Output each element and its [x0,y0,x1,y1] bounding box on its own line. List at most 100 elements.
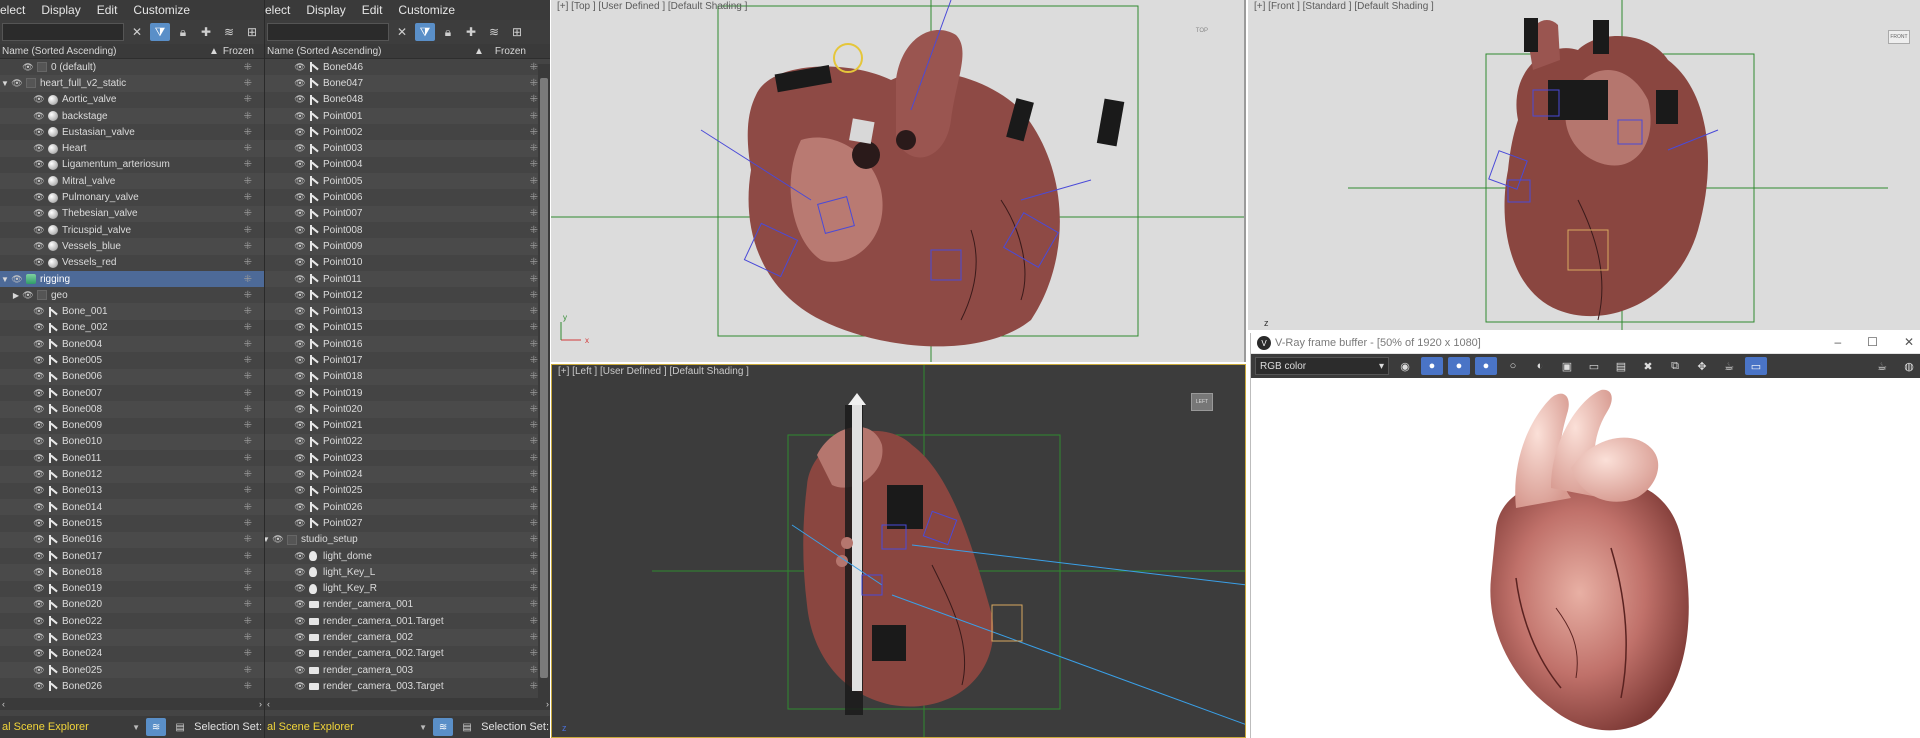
freeze-toggle-icon[interactable]: ⁜ [244,241,252,252]
freeze-toggle-icon[interactable]: ⁜ [530,436,538,447]
render-teapot-icon[interactable]: ☕︎ [1871,357,1893,375]
freeze-toggle-icon[interactable]: ⁜ [244,616,252,627]
viewcube-top[interactable]: TOP [1196,28,1208,34]
freeze-toggle-icon[interactable]: ⁜ [244,388,252,399]
explorer-row[interactable]: 👁︎ light_Key_R ⁜ [265,581,550,597]
lock-icon[interactable]: 🔒︎ [173,23,193,41]
explorer-row[interactable]: 👁︎ Bone017 ⁜ [0,548,264,564]
freeze-toggle-icon[interactable]: ⁜ [530,567,538,578]
freeze-toggle-icon[interactable]: ⁜ [244,420,252,431]
freeze-toggle-icon[interactable]: ⁜ [530,94,538,105]
visibility-eye-icon[interactable]: 👁︎ [294,176,306,187]
freeze-toggle-icon[interactable]: ⁜ [530,143,538,154]
explorer-row[interactable]: 👁︎ Bone013 ⁜ [0,483,264,499]
explorer-row[interactable]: 👁︎ Vessels_blue ⁜ [0,238,264,255]
green-channel-icon[interactable]: ● [1448,357,1470,375]
column-header[interactable]: Name (Sorted Ascending) ▲ Frozen [0,44,264,59]
explorer-row[interactable]: 👁︎ Point021 ⁜ [265,418,550,434]
visibility-eye-icon[interactable]: 👁︎ [33,127,45,138]
visibility-eye-icon[interactable]: 👁︎ [33,241,45,252]
freeze-toggle-icon[interactable]: ⁜ [244,208,252,219]
visibility-eye-icon[interactable]: 👁︎ [294,192,306,203]
freeze-toggle-icon[interactable]: ⁜ [530,192,538,203]
color-channels-icon[interactable]: ◉ [1394,357,1416,375]
menu-select[interactable]: elect [0,3,33,17]
explorer-row[interactable]: 👁︎ 0 (default) ⁜ [0,59,264,75]
menu-display[interactable]: Display [298,3,353,17]
freeze-toggle-icon[interactable]: ⁜ [530,632,538,643]
filter-icon[interactable]: ⧩ [150,23,170,41]
freeze-toggle-icon[interactable]: ⁜ [244,583,252,594]
visibility-eye-icon[interactable]: 👁︎ [294,616,306,627]
visibility-eye-icon[interactable]: 👁︎ [33,599,45,610]
explorer-row[interactable]: 👁︎ render_camera_001.Target ⁜ [265,613,550,629]
visibility-eye-icon[interactable]: 👁︎ [294,371,306,382]
explorer-row[interactable]: 👁︎ Bone026 ⁜ [0,678,264,694]
visibility-eye-icon[interactable]: 👁︎ [294,404,306,415]
freeze-toggle-icon[interactable]: ⁜ [244,78,252,89]
visibility-eye-icon[interactable]: 👁︎ [294,127,306,138]
explorer-row[interactable]: 👁︎ Tricuspid_valve ⁜ [0,222,264,238]
visibility-eye-icon[interactable]: 👁︎ [294,290,306,301]
explorer-row[interactable]: 👁︎ Bone012 ⁜ [0,466,264,483]
explorer-row[interactable]: 👁︎ Bone014 ⁜ [0,499,264,516]
freeze-toggle-icon[interactable]: ⁜ [244,599,252,610]
freeze-toggle-icon[interactable]: ⁜ [530,502,538,513]
collapse-arrow-icon[interactable]: ▼ [0,79,10,88]
freeze-toggle-icon[interactable]: ⁜ [244,355,252,366]
channel-select[interactable]: RGB color ▾ [1255,357,1389,375]
visibility-eye-icon[interactable]: 👁︎ [294,518,306,529]
explorer-row[interactable]: 👁︎ Bone_002 ⁜ [0,320,264,336]
visibility-eye-icon[interactable]: 👁︎ [294,420,306,431]
clear-icon[interactable]: ✖ [1637,357,1659,375]
freeze-toggle-icon[interactable]: ⁜ [244,502,252,513]
visibility-eye-icon[interactable]: 👁︎ [33,453,45,464]
visibility-eye-icon[interactable]: 👁︎ [294,159,306,170]
visibility-eye-icon[interactable]: 👁︎ [294,225,306,236]
explorer-row[interactable]: 👁︎ Point003 ⁜ [265,140,550,157]
visibility-eye-icon[interactable]: 👁︎ [33,306,45,317]
collapse-arrow-icon[interactable]: ▼ [265,535,271,544]
freeze-toggle-icon[interactable]: ⁜ [244,192,252,203]
explorer-row[interactable]: 👁︎ Bone018 ⁜ [0,564,264,581]
viewport-left[interactable]: z [+] [Left ] [User Defined ] [Default S… [551,364,1246,738]
add-layer-icon[interactable]: ✚ [461,23,481,41]
freeze-toggle-icon[interactable]: ⁜ [244,176,252,187]
close-icon[interactable]: ✕ [1904,335,1914,349]
visibility-eye-icon[interactable]: 👁︎ [294,241,306,252]
freeze-toggle-icon[interactable]: ⁜ [530,648,538,659]
explorer-row[interactable]: 👁︎ Bone024 ⁜ [0,646,264,662]
explorer-row[interactable]: 👁︎ Point015 ⁜ [265,320,550,336]
viewport-top[interactable]: x y [+] [Top ] [User Defined ] [Default … [551,0,1246,362]
menu-customize[interactable]: Customize [125,3,198,17]
explorer-row[interactable]: 👁︎ Point027 ⁜ [265,515,550,531]
region-render-icon[interactable]: ▭ [1745,357,1767,375]
freeze-toggle-icon[interactable]: ⁜ [244,665,252,676]
horizontal-scrollbar[interactable]: ‹ › [265,698,550,710]
visibility-eye-icon[interactable]: 👁︎ [33,208,45,219]
explorer-row[interactable]: 👁︎ Pulmonary_valve ⁜ [0,189,264,205]
vertical-scrollbar[interactable] [538,64,550,701]
freeze-toggle-icon[interactable]: ⁜ [530,322,538,333]
explorer-row[interactable]: 👁︎ Bone015 ⁜ [0,515,264,531]
explorer-row[interactable]: 👁︎ Bone025 ⁜ [0,661,264,679]
visibility-eye-icon[interactable]: 👁︎ [33,534,45,545]
explorer-row[interactable]: 👁︎ Point025 ⁜ [265,483,550,499]
explorer-row[interactable]: 👁︎ Point022 ⁜ [265,433,550,451]
visibility-eye-icon[interactable]: 👁︎ [33,159,45,170]
visibility-eye-icon[interactable]: 👁︎ [294,665,306,676]
collapse-arrow-icon[interactable]: ▼ [0,275,10,284]
layers-toggle-icon[interactable]: ≋ [433,718,454,736]
visibility-eye-icon[interactable]: 👁︎ [294,143,306,154]
viewport-front[interactable]: z [+] [Front ] [Standard ] [Default Shad… [1248,0,1920,330]
visibility-eye-icon[interactable]: 👁︎ [33,257,45,268]
explorer-row[interactable]: 👁︎ Eustasian_valve ⁜ [0,124,264,140]
frame-buffer-titlebar[interactable]: V V-Ray frame buffer - [50% of 1920 x 10… [1251,333,1920,354]
visibility-eye-icon[interactable]: 👁︎ [33,665,45,676]
visibility-eye-icon[interactable]: 👁︎ [294,648,306,659]
explorer-row[interactable]: 👁︎ Thebesian_valve ⁜ [0,205,264,222]
visibility-eye-icon[interactable]: 👁︎ [33,469,45,480]
freeze-toggle-icon[interactable]: ⁜ [530,306,538,317]
explorer-row[interactable]: 👁︎ Bone022 ⁜ [0,613,264,629]
freeze-toggle-icon[interactable]: ⁜ [244,339,252,350]
